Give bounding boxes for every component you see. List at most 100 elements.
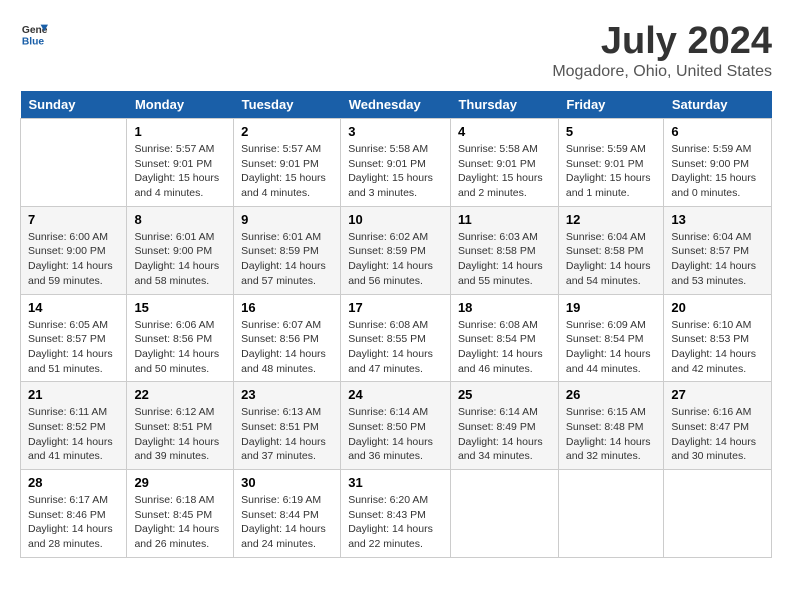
page-header: General Blue July 2024 Mogadore, Ohio, U…	[20, 20, 772, 81]
calendar-cell: 18 Sunrise: 6:08 AMSunset: 8:54 PMDaylig…	[450, 294, 558, 382]
day-number: 25	[458, 387, 551, 402]
calendar-cell: 24 Sunrise: 6:14 AMSunset: 8:50 PMDaylig…	[341, 382, 451, 470]
day-info: Sunrise: 5:59 AMSunset: 9:00 PMDaylight:…	[671, 143, 756, 199]
calendar-cell: 19 Sunrise: 6:09 AMSunset: 8:54 PMDaylig…	[558, 294, 664, 382]
calendar-cell: 1 Sunrise: 5:57 AMSunset: 9:01 PMDayligh…	[127, 119, 234, 207]
logo-icon: General Blue	[20, 20, 48, 48]
day-number: 9	[241, 212, 333, 227]
day-number: 3	[348, 124, 443, 139]
day-info: Sunrise: 6:14 AMSunset: 8:49 PMDaylight:…	[458, 406, 543, 462]
calendar-cell: 30 Sunrise: 6:19 AMSunset: 8:44 PMDaylig…	[234, 470, 341, 558]
day-info: Sunrise: 6:06 AMSunset: 8:56 PMDaylight:…	[134, 319, 219, 375]
day-info: Sunrise: 6:01 AMSunset: 9:00 PMDaylight:…	[134, 231, 219, 287]
day-number: 18	[458, 300, 551, 315]
calendar-cell	[450, 470, 558, 558]
calendar-cell: 31 Sunrise: 6:20 AMSunset: 8:43 PMDaylig…	[341, 470, 451, 558]
calendar-cell: 28 Sunrise: 6:17 AMSunset: 8:46 PMDaylig…	[21, 470, 127, 558]
day-of-week-header: Thursday	[450, 91, 558, 119]
day-number: 21	[28, 387, 119, 402]
day-number: 12	[566, 212, 657, 227]
calendar-cell: 3 Sunrise: 5:58 AMSunset: 9:01 PMDayligh…	[341, 119, 451, 207]
day-info: Sunrise: 6:02 AMSunset: 8:59 PMDaylight:…	[348, 231, 433, 287]
day-number: 15	[134, 300, 226, 315]
day-info: Sunrise: 6:11 AMSunset: 8:52 PMDaylight:…	[28, 406, 113, 462]
day-info: Sunrise: 6:01 AMSunset: 8:59 PMDaylight:…	[241, 231, 326, 287]
calendar-cell: 8 Sunrise: 6:01 AMSunset: 9:00 PMDayligh…	[127, 206, 234, 294]
title-section: July 2024 Mogadore, Ohio, United States	[552, 20, 772, 81]
day-info: Sunrise: 6:00 AMSunset: 9:00 PMDaylight:…	[28, 231, 113, 287]
calendar-cell: 23 Sunrise: 6:13 AMSunset: 8:51 PMDaylig…	[234, 382, 341, 470]
day-number: 7	[28, 212, 119, 227]
calendar-cell: 2 Sunrise: 5:57 AMSunset: 9:01 PMDayligh…	[234, 119, 341, 207]
day-of-week-header: Friday	[558, 91, 664, 119]
day-of-week-header: Wednesday	[341, 91, 451, 119]
calendar-cell: 10 Sunrise: 6:02 AMSunset: 8:59 PMDaylig…	[341, 206, 451, 294]
day-number: 10	[348, 212, 443, 227]
calendar-cell: 29 Sunrise: 6:18 AMSunset: 8:45 PMDaylig…	[127, 470, 234, 558]
day-number: 13	[671, 212, 764, 227]
day-number: 19	[566, 300, 657, 315]
day-info: Sunrise: 5:58 AMSunset: 9:01 PMDaylight:…	[348, 143, 433, 199]
calendar-cell: 14 Sunrise: 6:05 AMSunset: 8:57 PMDaylig…	[21, 294, 127, 382]
day-info: Sunrise: 6:10 AMSunset: 8:53 PMDaylight:…	[671, 319, 756, 375]
day-info: Sunrise: 6:18 AMSunset: 8:45 PMDaylight:…	[134, 494, 219, 550]
day-number: 6	[671, 124, 764, 139]
day-info: Sunrise: 6:03 AMSunset: 8:58 PMDaylight:…	[458, 231, 543, 287]
calendar-week-row: 7 Sunrise: 6:00 AMSunset: 9:00 PMDayligh…	[21, 206, 772, 294]
day-info: Sunrise: 5:58 AMSunset: 9:01 PMDaylight:…	[458, 143, 543, 199]
day-number: 29	[134, 475, 226, 490]
calendar-cell: 22 Sunrise: 6:12 AMSunset: 8:51 PMDaylig…	[127, 382, 234, 470]
day-number: 8	[134, 212, 226, 227]
calendar-cell: 26 Sunrise: 6:15 AMSunset: 8:48 PMDaylig…	[558, 382, 664, 470]
day-number: 1	[134, 124, 226, 139]
day-of-week-header: Sunday	[21, 91, 127, 119]
page-subtitle: Mogadore, Ohio, United States	[552, 63, 772, 81]
day-number: 14	[28, 300, 119, 315]
calendar-cell	[664, 470, 772, 558]
calendar-cell: 9 Sunrise: 6:01 AMSunset: 8:59 PMDayligh…	[234, 206, 341, 294]
day-info: Sunrise: 6:16 AMSunset: 8:47 PMDaylight:…	[671, 406, 756, 462]
day-number: 16	[241, 300, 333, 315]
day-info: Sunrise: 6:08 AMSunset: 8:55 PMDaylight:…	[348, 319, 433, 375]
day-info: Sunrise: 6:04 AMSunset: 8:58 PMDaylight:…	[566, 231, 651, 287]
day-info: Sunrise: 6:04 AMSunset: 8:57 PMDaylight:…	[671, 231, 756, 287]
day-number: 27	[671, 387, 764, 402]
calendar-week-row: 1 Sunrise: 5:57 AMSunset: 9:01 PMDayligh…	[21, 119, 772, 207]
page-title: July 2024	[552, 20, 772, 63]
svg-text:Blue: Blue	[22, 36, 45, 47]
logo: General Blue	[20, 20, 48, 48]
day-info: Sunrise: 6:20 AMSunset: 8:43 PMDaylight:…	[348, 494, 433, 550]
day-number: 23	[241, 387, 333, 402]
calendar-cell: 15 Sunrise: 6:06 AMSunset: 8:56 PMDaylig…	[127, 294, 234, 382]
calendar-table: SundayMondayTuesdayWednesdayThursdayFrid…	[20, 91, 772, 558]
day-of-week-header: Monday	[127, 91, 234, 119]
day-number: 26	[566, 387, 657, 402]
day-info: Sunrise: 5:59 AMSunset: 9:01 PMDaylight:…	[566, 143, 651, 199]
calendar-cell: 13 Sunrise: 6:04 AMSunset: 8:57 PMDaylig…	[664, 206, 772, 294]
calendar-header-row: SundayMondayTuesdayWednesdayThursdayFrid…	[21, 91, 772, 119]
calendar-cell: 27 Sunrise: 6:16 AMSunset: 8:47 PMDaylig…	[664, 382, 772, 470]
calendar-cell: 16 Sunrise: 6:07 AMSunset: 8:56 PMDaylig…	[234, 294, 341, 382]
calendar-cell: 17 Sunrise: 6:08 AMSunset: 8:55 PMDaylig…	[341, 294, 451, 382]
day-info: Sunrise: 6:07 AMSunset: 8:56 PMDaylight:…	[241, 319, 326, 375]
day-number: 5	[566, 124, 657, 139]
day-of-week-header: Saturday	[664, 91, 772, 119]
day-info: Sunrise: 5:57 AMSunset: 9:01 PMDaylight:…	[134, 143, 219, 199]
calendar-cell	[21, 119, 127, 207]
day-info: Sunrise: 6:13 AMSunset: 8:51 PMDaylight:…	[241, 406, 326, 462]
calendar-week-row: 21 Sunrise: 6:11 AMSunset: 8:52 PMDaylig…	[21, 382, 772, 470]
calendar-cell: 4 Sunrise: 5:58 AMSunset: 9:01 PMDayligh…	[450, 119, 558, 207]
day-number: 28	[28, 475, 119, 490]
day-info: Sunrise: 6:05 AMSunset: 8:57 PMDaylight:…	[28, 319, 113, 375]
day-of-week-header: Tuesday	[234, 91, 341, 119]
day-number: 2	[241, 124, 333, 139]
calendar-cell	[558, 470, 664, 558]
day-number: 31	[348, 475, 443, 490]
day-info: Sunrise: 6:17 AMSunset: 8:46 PMDaylight:…	[28, 494, 113, 550]
calendar-cell: 12 Sunrise: 6:04 AMSunset: 8:58 PMDaylig…	[558, 206, 664, 294]
day-number: 11	[458, 212, 551, 227]
day-info: Sunrise: 6:14 AMSunset: 8:50 PMDaylight:…	[348, 406, 433, 462]
day-number: 20	[671, 300, 764, 315]
calendar-cell: 25 Sunrise: 6:14 AMSunset: 8:49 PMDaylig…	[450, 382, 558, 470]
day-number: 24	[348, 387, 443, 402]
